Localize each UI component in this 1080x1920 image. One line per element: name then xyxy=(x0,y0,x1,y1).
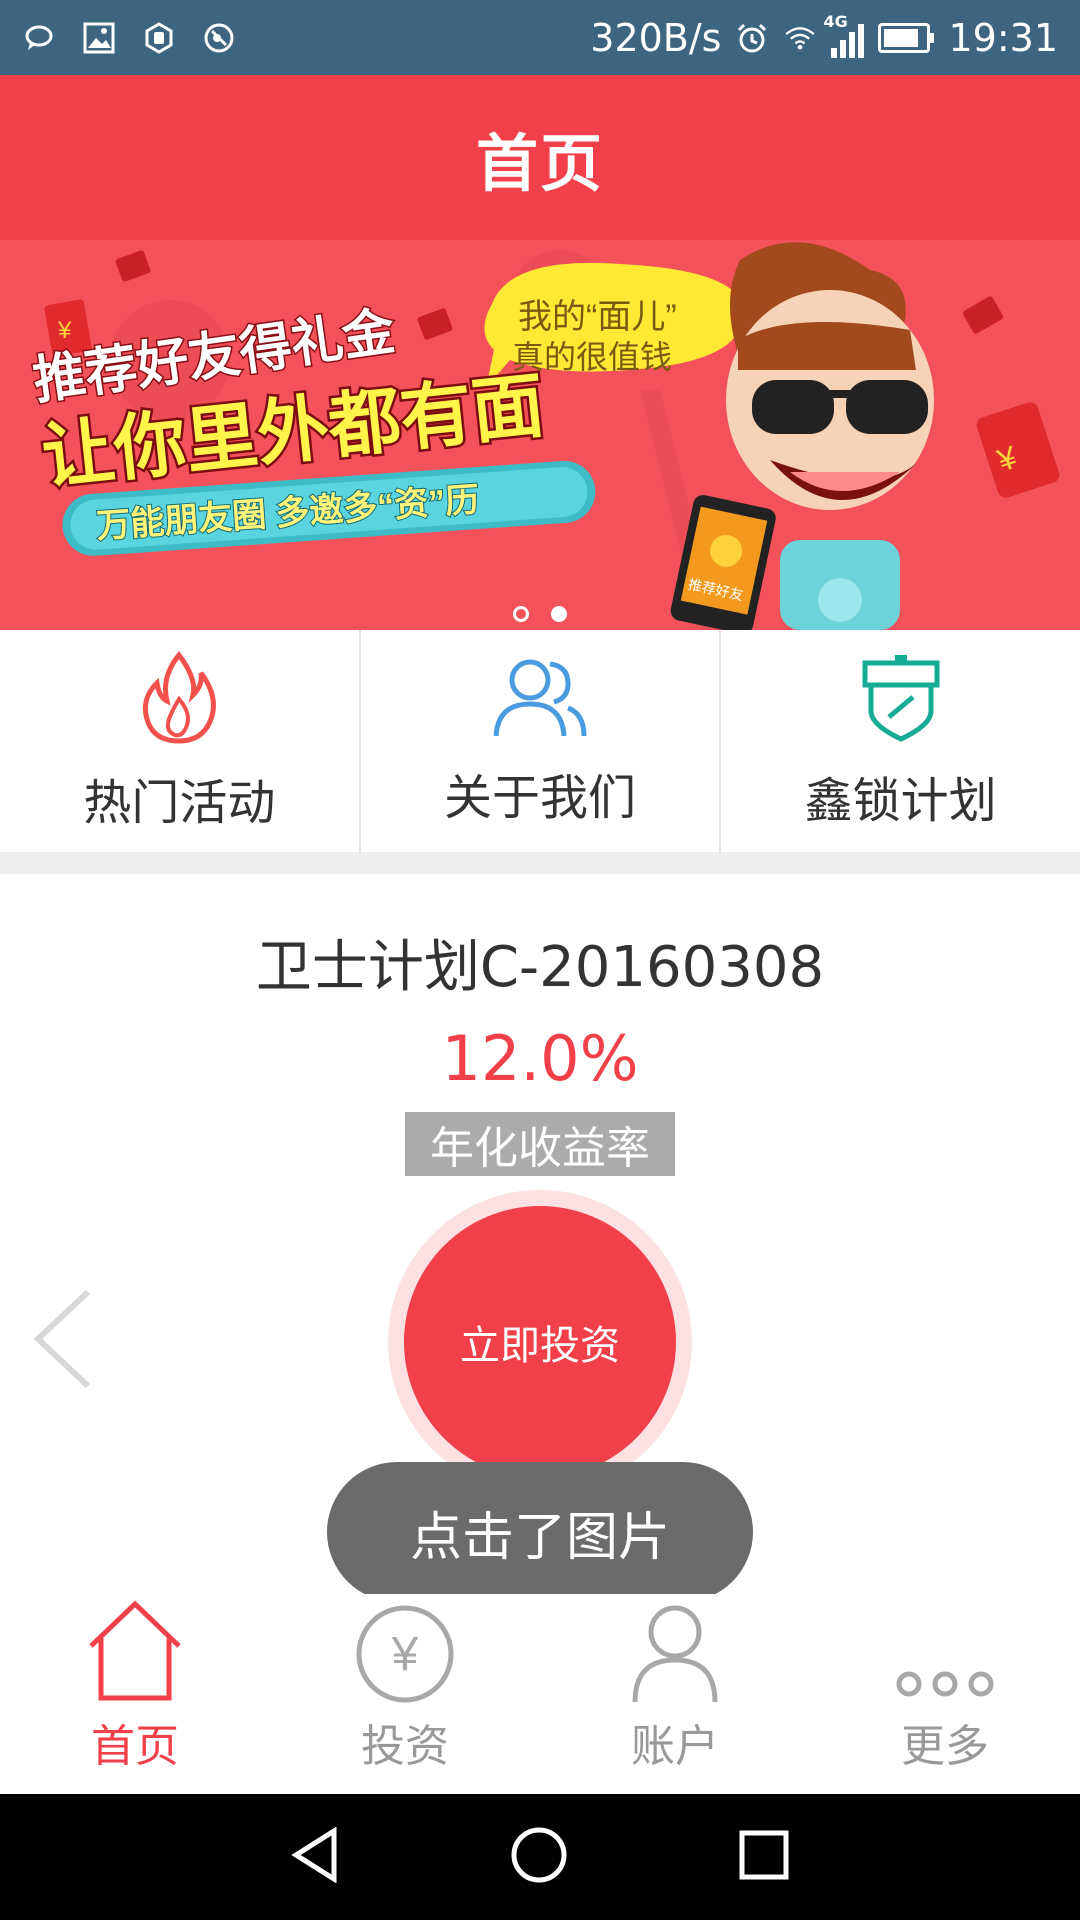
chat-bubble-icon xyxy=(22,21,56,55)
quick-nav-about-us[interactable]: 关于我们 xyxy=(361,630,722,852)
chevron-left-icon[interactable] xyxy=(28,1284,98,1398)
bubble-line1: 我的“面儿” xyxy=(518,298,677,336)
tab-label: 投资 xyxy=(361,1721,449,1772)
more-dots-icon xyxy=(895,1594,995,1704)
bottom-tab-bar: 首页 ¥ 投资 账户 更多 xyxy=(0,1594,1080,1794)
invest-now-button[interactable]: 立即投资 xyxy=(404,1206,676,1478)
pagination-dot-2[interactable] xyxy=(551,606,567,622)
rate-label: 年化收益率 xyxy=(405,1112,675,1176)
toast-message: 点击了图片 xyxy=(327,1462,753,1602)
tab-more[interactable]: 更多 xyxy=(810,1594,1080,1794)
svg-text:¥: ¥ xyxy=(57,317,72,344)
people-icon xyxy=(492,654,588,744)
banner-pagination[interactable] xyxy=(0,606,1080,622)
vpn-icon xyxy=(202,21,236,55)
tab-label: 账户 xyxy=(631,1721,719,1772)
home-icon xyxy=(85,1594,185,1704)
network-type: 4G xyxy=(823,11,848,31)
alarm-icon xyxy=(735,21,769,55)
clock: 19:31 xyxy=(948,15,1058,60)
svg-text:¥: ¥ xyxy=(391,1628,419,1681)
quick-nav: 热门活动 关于我们 鑫锁计划 xyxy=(0,630,1080,853)
page-title: 首页 xyxy=(475,126,604,200)
home-circle-icon[interactable] xyxy=(510,1826,568,1888)
system-nav-bar xyxy=(0,1794,1080,1920)
notification-icons xyxy=(22,21,236,55)
quick-nav-label: 热门活动 xyxy=(83,775,276,831)
user-icon xyxy=(625,1594,725,1704)
promo-banner[interactable]: ¥ 我的“面儿” 真的很值钱 推荐好友得礼金 让你里外都有面 万能朋友圈 多邀多… xyxy=(0,240,1080,630)
banner-illustration: ¥ 我的“面儿” 真的很值钱 推荐好友得礼金 让你里外都有面 万能朋友圈 多邀多… xyxy=(28,242,1060,630)
net-speed: 320B/s xyxy=(590,15,722,60)
section-divider xyxy=(0,852,1080,874)
annual-rate: 12.0% xyxy=(441,1022,639,1095)
quick-nav-label: 关于我们 xyxy=(444,770,637,826)
tab-invest[interactable]: ¥ 投资 xyxy=(270,1594,540,1794)
image-icon xyxy=(82,21,116,55)
quick-nav-xinsuo-plan[interactable]: 鑫锁计划 xyxy=(721,630,1080,852)
pagination-dot-1[interactable] xyxy=(513,606,529,622)
app-title-bar: 首页 xyxy=(0,75,1080,240)
tab-home[interactable]: 首页 xyxy=(0,1594,270,1794)
flame-icon xyxy=(137,649,221,749)
back-icon[interactable] xyxy=(290,1826,340,1887)
tab-label: 首页 xyxy=(91,1721,179,1772)
quick-nav-hot-activities[interactable]: 热门活动 xyxy=(0,630,361,852)
recents-icon[interactable] xyxy=(738,1829,790,1885)
wifi-icon xyxy=(783,21,817,55)
tab-account[interactable]: 账户 xyxy=(540,1594,810,1794)
signal-icon: 4G xyxy=(823,12,865,58)
battery-icon xyxy=(878,22,935,53)
hand-icon xyxy=(142,21,176,55)
product-name: 卫士计划C-20160308 xyxy=(255,935,825,1000)
status-bar: 320B/s 4G 19:31 xyxy=(0,0,1080,75)
shield-icon xyxy=(859,651,943,747)
quick-nav-label: 鑫锁计划 xyxy=(804,773,997,829)
yuan-circle-icon: ¥ xyxy=(355,1594,455,1704)
tab-label: 更多 xyxy=(901,1721,989,1772)
